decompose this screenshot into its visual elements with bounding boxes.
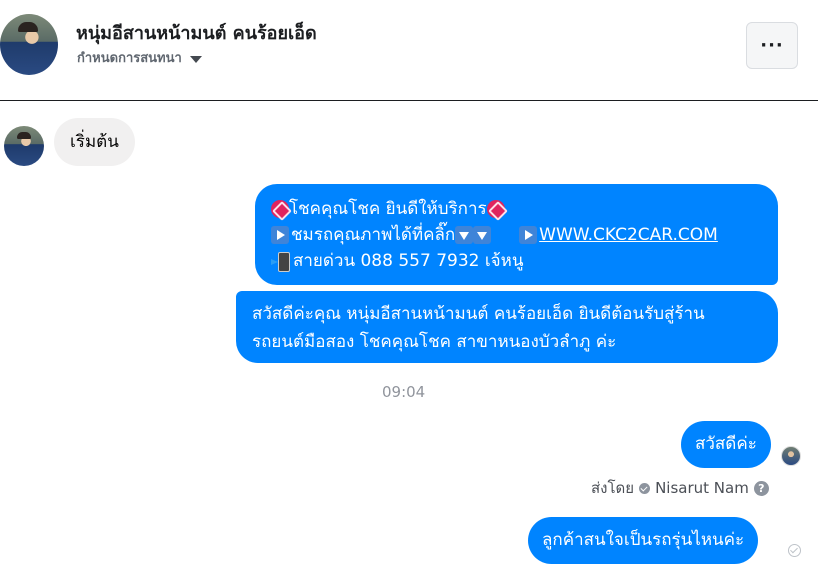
more-options-button[interactable]: ··· [746,22,798,69]
message-line: โชคคุณโชค ยินดีให้บริการ [271,196,762,222]
sent-by-label: ส่งโดย [591,479,635,497]
delivered-check-icon [788,544,801,557]
play-button-icon [519,226,538,244]
outgoing-message: สวัสดีค่ะ [681,421,771,468]
conversation-label-dropdown[interactable]: กำหนดการสนทนา [77,47,202,68]
outgoing-message: โชคคุณโชค ยินดีให้บริการ ชมรถคุณภาพได้ที… [255,184,778,285]
message-line: สายด่วน 088 557 7932 เจ้หนู [271,248,762,274]
contact-avatar[interactable] [0,14,58,75]
play-button-icon [271,226,289,244]
check-icon [639,482,651,494]
down-arrow-icon [473,226,492,244]
message-line: สวัสดีค่ะคุณ หนุ่มอีสานหน้ามนต์ คนร้อยเอ… [252,304,705,324]
anger-symbol-icon [486,200,505,218]
message-timestamp: 09:04 [382,383,426,401]
help-icon[interactable]: ? [753,480,769,496]
outgoing-message: ลูกค้าสนใจเป็นรถรุ่นไหนค่ะ [528,517,759,564]
message-line: ชมรถคุณภาพได้ที่คลิ๊ก WWW.CKC2CAR.COM [271,222,762,248]
down-arrow-icon [455,226,474,244]
caret-down-icon [189,55,202,63]
sent-by-info: ส่งโดย Nisarut Nam ? [591,476,769,500]
message-text: โชคคุณโชค ยินดีให้บริการ [289,199,487,219]
conversation-header: หนุ่มอีสานหน้ามนต์ คนร้อยเอ็ด กำหนดการสน… [0,0,818,101]
seen-avatar [781,446,801,466]
sender-name: Nisarut Nam [655,479,749,497]
outgoing-message: สวัสดีค่ะคุณ หนุ่มอีสานหน้ามนต์ คนร้อยเอ… [236,291,778,363]
message-line: รถยนต์มือสอง โชคคุณโชค สาขาหนองบัวลำภู ค… [252,332,617,352]
message-text: สายด่วน 088 557 7932 เจ้หนู [293,251,524,271]
anger-symbol-icon [271,200,289,218]
sender-avatar [4,126,44,166]
incoming-message: เริ่มต้น [54,118,135,166]
conversation-label-text: กำหนดการสนทนา [77,51,182,66]
mobile-phone-arrow-icon [271,252,291,272]
message-text: ชมรถคุณภาพได้ที่คลิ๊ก [291,225,456,245]
contact-name[interactable]: หนุ่มอีสานหน้ามนต์ คนร้อยเอ็ด [76,18,317,47]
website-link[interactable]: WWW.CKC2CAR.COM [539,222,718,248]
